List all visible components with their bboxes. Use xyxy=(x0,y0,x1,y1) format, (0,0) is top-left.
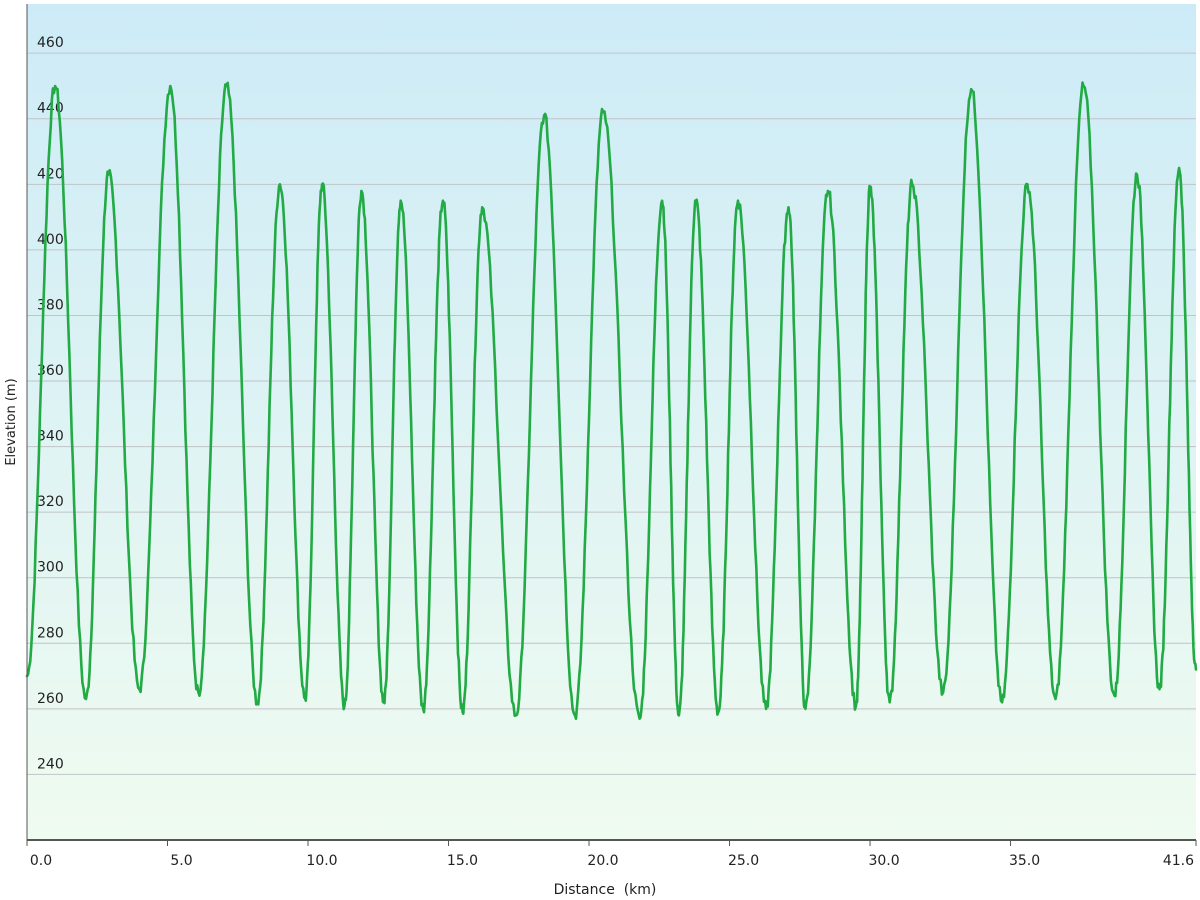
elevation-chart: 240 260 280 300 320 340 360 380 400 420 440 460 0.0… xyxy=(0,0,1200,900)
x-axis: 0.0 5.0 10.0 15.0 20.0 25.0 30.0 35.0 41.6 xyxy=(26,839,1197,869)
x-tick-label: 41.6 xyxy=(1163,853,1194,869)
elevation-chart-svg: 240260280300320340360380400420440460 0.0… xyxy=(4,4,1198,898)
x-tick-label: 5.0 xyxy=(170,853,192,869)
y-tick-label: 460 xyxy=(37,35,64,51)
y-tick-label: 280 xyxy=(37,625,64,641)
y-tick-label: 320 xyxy=(37,494,64,510)
y-tick-label: 400 xyxy=(37,232,64,248)
x-tick-label: 20.0 xyxy=(587,853,618,869)
y-tick-label: 420 xyxy=(37,166,64,182)
x-tick-label: 30.0 xyxy=(868,853,899,869)
y-tick-label: 300 xyxy=(37,560,64,576)
x-axis-title: Distance (km) xyxy=(554,882,657,898)
x-tick-label: 0.0 xyxy=(30,853,52,869)
y-tick-label: 260 xyxy=(37,691,64,707)
x-tick-label: 10.0 xyxy=(306,853,337,869)
y-axis-title: Elevation (m) xyxy=(4,378,19,465)
x-tick-label: 25.0 xyxy=(728,853,759,869)
x-tick-label: 15.0 xyxy=(447,853,478,869)
y-tick-label: 240 xyxy=(37,756,64,772)
y-tick-label: 340 xyxy=(37,429,64,445)
plot-background xyxy=(27,4,1196,840)
x-tick-label: 35.0 xyxy=(1009,853,1040,869)
y-tick-label: 380 xyxy=(37,297,64,313)
